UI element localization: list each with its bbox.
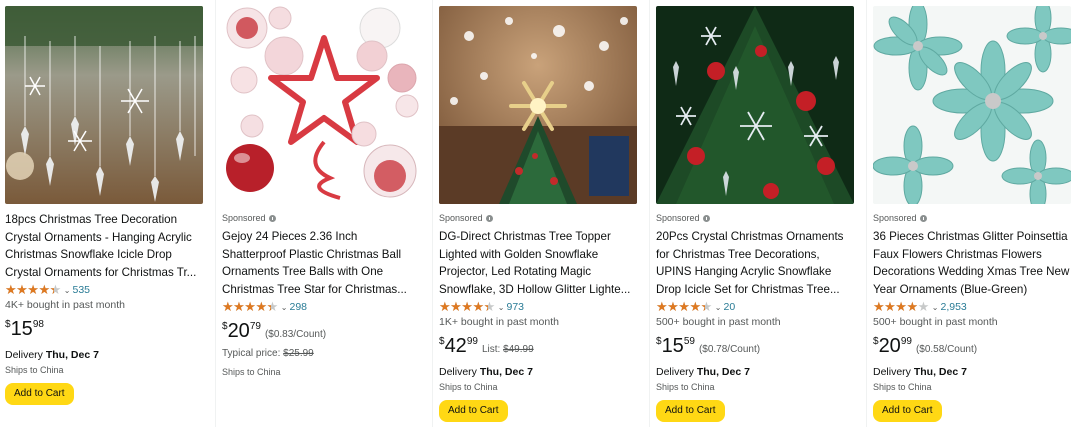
star-rating-icon[interactable]: ★★★★★ ★★★★★: [5, 283, 61, 297]
chevron-down-icon[interactable]: ⌄: [498, 303, 505, 312]
ships-to: Ships to China: [873, 382, 932, 393]
rating: ★★★★★ ★★★★★ ⌄ 535: [5, 282, 205, 298]
product-image-link[interactable]: [656, 6, 854, 204]
price[interactable]: $ 15 59 ($0.78/Count): [656, 336, 856, 358]
product-card: Sponsored Gejoy 24 Pieces 2.36 Inch Shat…: [217, 0, 432, 427]
typical-price: Typical price: $25.99: [222, 348, 314, 360]
add-to-cart-button[interactable]: Add to Cart: [5, 383, 74, 406]
rating-count-link[interactable]: 2,953: [940, 301, 966, 313]
poinsettia-flowers-image: [873, 6, 1071, 204]
ships-to: Ships to China: [439, 382, 498, 393]
info-icon[interactable]: [702, 215, 710, 222]
product-title-link[interactable]: 20Pcs Crystal Christmas Ornaments for Ch…: [656, 228, 856, 298]
price[interactable]: $ 20 99 ($0.58/Count): [873, 336, 1073, 358]
divider: [432, 0, 433, 427]
rating: ★★★★★ ★★★★★ ⌄ 2,953: [873, 299, 1073, 315]
product-image-link[interactable]: [439, 6, 637, 204]
add-to-cart-button[interactable]: Add to Cart: [439, 400, 508, 423]
chevron-down-icon[interactable]: ⌄: [64, 286, 71, 295]
product-title-link[interactable]: 36 Pieces Christmas Glitter Poinsettia F…: [873, 228, 1073, 298]
product-card: Sponsored 20Pcs Crystal Christmas Orname…: [651, 0, 866, 427]
product-image-link[interactable]: [5, 6, 203, 204]
divider: [215, 0, 216, 427]
product-title-link[interactable]: DG-Direct Christmas Tree Topper Lighted …: [439, 228, 639, 298]
product-results-row: 18pcs Christmas Tree Decoration Crystal …: [0, 0, 1080, 427]
delivery-info: Delivery Thu, Dec 7: [873, 366, 967, 379]
star-rating-icon[interactable]: ★★★★★ ★★★★★: [439, 300, 495, 314]
list-price: List: $49.99: [481, 344, 534, 356]
ships-to: Ships to China: [5, 365, 64, 376]
sponsored-label[interactable]: Sponsored: [656, 212, 856, 225]
snowflake-icicle-tree-image: [656, 6, 854, 204]
ball-ornaments-star-image: [222, 6, 420, 204]
rating-count-link[interactable]: 973: [506, 301, 524, 313]
sponsored-label[interactable]: Sponsored: [222, 212, 422, 225]
product-card: Sponsored DG-Direct Christmas Tree Toppe…: [434, 0, 649, 427]
bought-in-past-month: 500+ bought in past month: [656, 316, 781, 329]
product-title-link[interactable]: Gejoy 24 Pieces 2.36 Inch Shatterproof P…: [222, 228, 422, 298]
rating: ★★★★★ ★★★★★ ⌄ 973: [439, 299, 639, 315]
snowflake-topper-image: [439, 6, 637, 204]
product-card: 18pcs Christmas Tree Decoration Crystal …: [0, 0, 215, 427]
product-image-link[interactable]: [222, 6, 420, 204]
ships-to: Ships to China: [656, 382, 715, 393]
sponsored-label[interactable]: Sponsored: [439, 212, 639, 225]
star-rating-icon[interactable]: ★★★★★ ★★★★★: [222, 300, 278, 314]
crystal-ornaments-image: [5, 6, 203, 204]
rating-count-link[interactable]: 535: [72, 284, 90, 296]
ships-to: Ships to China: [222, 367, 281, 378]
rating-count-link[interactable]: 20: [723, 301, 735, 313]
chevron-down-icon[interactable]: ⌄: [715, 303, 722, 312]
bought-in-past-month: 4K+ bought in past month: [5, 299, 125, 312]
price[interactable]: $ 20 79 ($0.83/Count): [222, 321, 422, 343]
bought-in-past-month: 500+ bought in past month: [873, 316, 998, 329]
add-to-cart-button[interactable]: Add to Cart: [873, 400, 942, 423]
delivery-info: Delivery Thu, Dec 7: [656, 366, 750, 379]
unit-price: ($0.58/Count): [915, 344, 978, 356]
chevron-down-icon[interactable]: ⌄: [932, 303, 939, 312]
product-card: Sponsored 36 Pieces Christmas Glitter Po…: [868, 0, 1080, 427]
divider: [649, 0, 650, 427]
divider: [866, 0, 867, 427]
info-icon[interactable]: [268, 215, 276, 222]
price[interactable]: $ 15 98: [5, 319, 205, 341]
rating-count-link[interactable]: 298: [289, 301, 307, 313]
sponsored-label[interactable]: Sponsored: [873, 212, 1073, 225]
chevron-down-icon[interactable]: ⌄: [281, 303, 288, 312]
product-image-link[interactable]: [873, 6, 1071, 204]
rating: ★★★★★ ★★★★★ ⌄ 298: [222, 299, 422, 315]
star-rating-icon[interactable]: ★★★★★ ★★★★★: [873, 300, 929, 314]
product-title-link[interactable]: 18pcs Christmas Tree Decoration Crystal …: [5, 211, 205, 281]
delivery-info: Delivery Thu, Dec 7: [439, 366, 533, 379]
add-to-cart-button[interactable]: Add to Cart: [656, 400, 725, 423]
price[interactable]: $ 42 99 List: $49.99: [439, 336, 639, 358]
info-icon[interactable]: [485, 215, 493, 222]
rating: ★★★★★ ★★★★★ ⌄ 20: [656, 299, 856, 315]
delivery-info: Delivery Thu, Dec 7: [5, 349, 99, 362]
unit-price: ($0.78/Count): [698, 344, 761, 356]
bought-in-past-month: 1K+ bought in past month: [439, 316, 559, 329]
info-icon[interactable]: [919, 215, 927, 222]
star-rating-icon[interactable]: ★★★★★ ★★★★★: [656, 300, 712, 314]
unit-price: ($0.83/Count): [264, 329, 327, 341]
